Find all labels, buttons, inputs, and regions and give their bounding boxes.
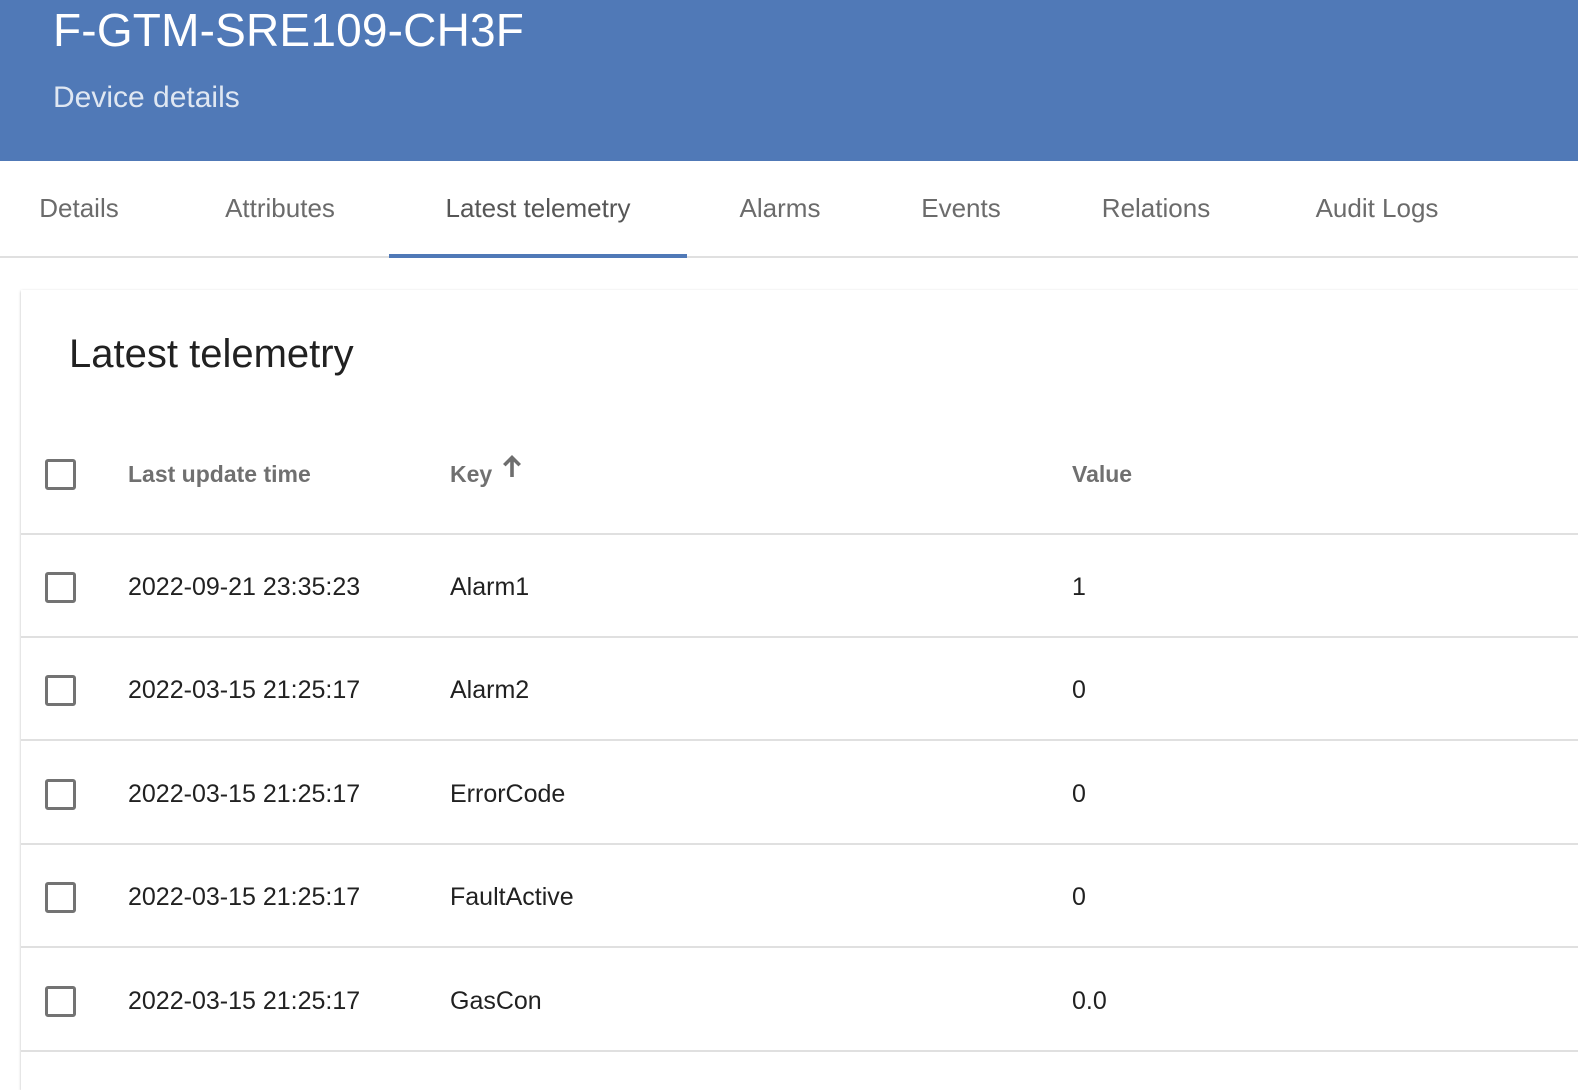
row-checkbox[interactable] <box>45 882 76 913</box>
row-checkbox[interactable] <box>45 675 76 706</box>
device-name-title: F-GTM-SRE109-CH3F <box>53 4 525 56</box>
tab-events[interactable]: Events <box>886 161 1036 256</box>
tab-bar: Details Attributes Latest telemetry Alar… <box>0 161 1578 258</box>
last-update-time-cell: 2022-03-15 21:25:17 <box>128 676 361 704</box>
column-header-value[interactable]: Value <box>1072 461 1132 488</box>
column-header-key[interactable]: Key <box>450 461 492 488</box>
tab-relations[interactable]: Relations <box>1070 161 1242 256</box>
arrow-up-icon[interactable] <box>501 453 523 479</box>
panel-title: Latest telemetry <box>69 332 354 376</box>
tab-label: Relations <box>1101 193 1211 223</box>
tab-label: Attributes <box>225 193 335 223</box>
value-cell: 0.0 <box>1072 987 1107 1015</box>
value-cell: 1 <box>1072 573 1086 601</box>
table-row[interactable]: 2022-03-15 21:25:17 GasCon 0.0 <box>21 949 1578 1052</box>
table-header: Last update time Key Value <box>21 421 1578 535</box>
row-checkbox[interactable] <box>45 572 76 603</box>
last-update-time-cell: 2022-03-15 21:25:17 <box>128 987 361 1015</box>
table-row[interactable]: 2022-03-15 21:25:17 FaultActive 0 <box>21 845 1578 948</box>
value-cell: 0 <box>1072 780 1086 808</box>
tab-details[interactable]: Details <box>0 161 158 256</box>
tab-label: Alarms <box>739 193 821 223</box>
key-cell: Alarm2 <box>450 676 530 704</box>
table-row[interactable]: 2022-03-15 21:25:17 ErrorCode 0 <box>21 742 1578 845</box>
key-cell: ErrorCode <box>450 780 566 808</box>
tab-label: Events <box>921 193 1001 223</box>
key-cell: Alarm1 <box>450 573 530 601</box>
column-header-last-update-time[interactable]: Last update time <box>128 461 311 488</box>
active-tab-indicator <box>389 254 687 258</box>
row-checkbox[interactable] <box>45 986 76 1017</box>
last-update-time-cell: 2022-03-15 21:25:17 <box>128 780 361 808</box>
table-row[interactable]: 2022-09-21 23:35:23 Alarm1 1 <box>21 535 1578 638</box>
device-details-subtitle: Device details <box>53 81 240 114</box>
row-checkbox[interactable] <box>45 779 76 810</box>
tab-alarms[interactable]: Alarms <box>707 161 853 256</box>
tab-label: Details <box>39 193 119 223</box>
tab-label: Audit Logs <box>1315 193 1439 223</box>
select-all-checkbox[interactable] <box>45 459 76 490</box>
tab-latest-telemetry[interactable]: Latest telemetry <box>389 161 687 258</box>
table-row[interactable]: 2022-03-15 21:25:17 Alarm2 0 <box>21 638 1578 741</box>
value-cell: 0 <box>1072 883 1086 911</box>
last-update-time-cell: 2022-09-21 23:35:23 <box>128 573 361 601</box>
value-cell: 0 <box>1072 676 1086 704</box>
key-cell: GasCon <box>450 987 542 1015</box>
key-cell: FaultActive <box>450 883 574 911</box>
page-header: F-GTM-SRE109-CH3F Device details <box>0 0 1578 161</box>
latest-telemetry-panel: Latest telemetry Last update time Key Va… <box>21 290 1578 1090</box>
tab-label: Latest telemetry <box>445 193 631 223</box>
last-update-time-cell: 2022-03-15 21:25:17 <box>128 883 361 911</box>
tab-audit-logs[interactable]: Audit Logs <box>1282 161 1472 256</box>
tab-attributes[interactable]: Attributes <box>181 161 379 256</box>
